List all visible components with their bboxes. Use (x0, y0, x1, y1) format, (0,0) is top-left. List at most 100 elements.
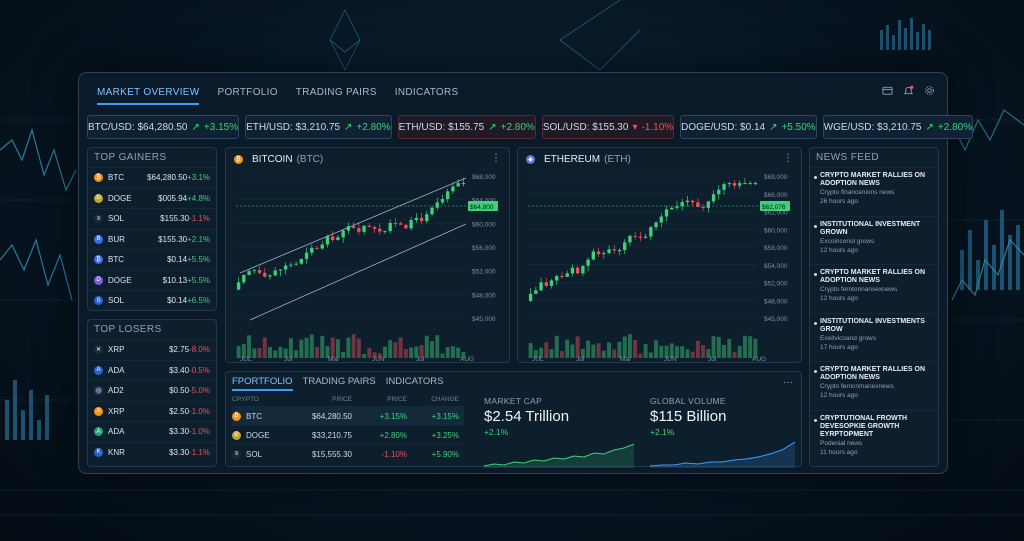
candle-body (528, 293, 533, 301)
volume-bar (753, 338, 758, 358)
news-source: Exeitvicoand grows (820, 334, 876, 342)
bell-icon[interactable] (903, 85, 914, 96)
candle-body (393, 222, 398, 224)
volume-bar (659, 345, 664, 358)
coin-icon: ₿ (232, 411, 241, 421)
mover-row[interactable]: D DOGE $10.13 +5.5% (88, 269, 216, 291)
mover-row[interactable]: ≡ SOL $155.30 -1.1% (88, 208, 216, 229)
candle-body (446, 191, 450, 200)
crypto-cell: Ð DOGE (232, 430, 292, 440)
tab-portfolio[interactable]: PORTFOLIO (217, 81, 277, 105)
candle-body (336, 237, 340, 241)
table-row[interactable]: ≡ SOL $15,555.30 -1.10% +5.90% (232, 444, 464, 463)
volume-bar (362, 353, 367, 358)
volume-bar (252, 348, 257, 358)
news-item[interactable]: INSTITUTIONAL INVESTMENTS GROW Exeitvicoa… (810, 312, 938, 362)
news-item[interactable]: CRYPTUTIONAL FROWTH DEVESOPKIE GROWTH EY… (810, 409, 938, 459)
volume-bar (575, 336, 580, 358)
table-row[interactable]: ₿ BTC $64,280.50 +3.15% +3.15% (232, 406, 464, 425)
btc-candlestick-chart[interactable]: $68,000$64,000$60,000$56,000$52,000$48,0… (226, 148, 511, 364)
candle-body (680, 202, 684, 207)
candle-body (602, 253, 606, 255)
candle-body (351, 226, 356, 229)
candle-body (304, 252, 309, 259)
volume-bar (273, 350, 278, 358)
volume-bar (533, 350, 538, 358)
candle-body (591, 251, 596, 260)
mover-row[interactable]: ₿ BTC $0.14 +5.5% (88, 249, 216, 270)
global-volume-value: $115 Billion (650, 408, 727, 425)
coin-symbol: DOGE (108, 193, 132, 203)
candle-body (325, 236, 330, 245)
news-item[interactable]: CRYPTO MARKET RALLIES ON ADOPTION NEWS Cr… (810, 361, 938, 410)
candle-body (575, 267, 580, 274)
volume-bar (367, 347, 372, 358)
coin-change: -5.0% (189, 386, 210, 396)
coin-change: +2.1% (187, 234, 210, 244)
volume-bar (737, 345, 742, 358)
candle-body (711, 194, 716, 202)
coin-change: -1.1% (189, 214, 210, 224)
coin-icon: X (94, 406, 103, 416)
mover-row[interactable]: ✕ XRP $2.75 -8.0% (88, 339, 216, 360)
ticker-sol-usd[interactable]: SOL/USD: $155.30 ▾ -1.10% (541, 115, 675, 139)
coin-icon: ◎ (94, 386, 103, 396)
tab-indicators[interactable]: INDICATORS (395, 81, 459, 105)
mover-row[interactable]: X XRP $2.50 -1.0% (88, 400, 216, 422)
mover-row[interactable]: A ADA $3.40 -0.5% (88, 359, 216, 381)
price-cell: $64,280.50 (311, 411, 352, 421)
ticker-change: -1.10% (641, 121, 674, 133)
volume-bar (586, 340, 591, 358)
crypto-cell: ₿ BTC (232, 411, 292, 421)
tab-portfolio-bottom[interactable]: FPORTFOLIO (232, 376, 293, 391)
mover-row[interactable]: B BUR $155.30 +2.1% (88, 228, 216, 250)
news-item[interactable]: CRYPTO MARKET RALLIES ON ADOPTION NEWS Cr… (810, 264, 938, 313)
tab-market-overview[interactable]: MARKET OVERVIEW (97, 81, 200, 105)
candle-body (268, 275, 272, 277)
coin-icon: K (94, 447, 103, 457)
candle-body (743, 183, 747, 185)
volume-bar (283, 348, 288, 358)
ticker-wge-usd[interactable]: WGE/USD: $3,210.75 ↗ +2.80% (822, 115, 974, 139)
wallet-icon[interactable] (882, 85, 893, 96)
volume-bar (377, 353, 382, 358)
volume-bar (591, 344, 596, 358)
coin-icon: ₿ (94, 255, 103, 265)
mover-row[interactable]: A ADA $3.30 -1.0% (88, 421, 216, 442)
tab-trading-pairs-bottom[interactable]: TRADING PAIRS (303, 376, 376, 391)
candle-body (617, 250, 622, 252)
coin-price: $155.30 (160, 214, 190, 224)
mover-row[interactable]: K KNR $3.30 -1.1% (88, 441, 216, 463)
table-row[interactable]: Ð DOGE $33,210.75 +2.80% +3.25% (232, 425, 464, 444)
mover-row[interactable]: ₿ BTC $64,280.50 +3.1% (88, 167, 216, 188)
news-time: 12 hours ago (820, 295, 858, 302)
ticker-doge-usd[interactable]: DOGE/USD: $0.14 ↗ +5.50% (680, 115, 817, 139)
tab-indicators-bottom[interactable]: INDICATORS (386, 376, 444, 391)
tab-trading-pairs[interactable]: TRADING PAIRS (296, 81, 377, 105)
candle-body (612, 249, 616, 251)
news-time: 12 hours ago (820, 392, 858, 399)
candle-body (257, 270, 262, 273)
volume-bar (674, 346, 679, 358)
volume-bar (601, 350, 606, 358)
ticker-eth-usd[interactable]: ETH/USD: $3,210.75 ↗ +2.80% (245, 115, 392, 139)
news-item[interactable]: INSTITUTIONAL INVESTMENT GROWN Excoincono… (810, 215, 938, 265)
volume-bar (382, 346, 387, 358)
coin-change: -0.5% (189, 365, 210, 375)
ticker-eth-usd-2[interactable]: ETH/USD: $155.75 ↗ +2.80% (397, 115, 536, 139)
gear-icon[interactable] (924, 85, 935, 96)
coin-change: +6.5% (187, 296, 210, 306)
volume-bar (742, 335, 747, 358)
ticker-btc-usd[interactable]: BTC/USD: $64,280.50 ↗ +3.15% (87, 115, 240, 139)
mover-row[interactable]: Ð DOGE $005.94 +4.8% (88, 187, 216, 209)
candle-body (664, 209, 669, 217)
coin-change: -8.0% (189, 345, 210, 355)
more-options-icon[interactable]: ··· (783, 377, 793, 388)
eth-candlestick-chart[interactable]: $69,000$66,000$62,000$60,000$58,000$54,0… (518, 148, 803, 364)
mover-row[interactable]: S SOL $0.14 +6.5% (88, 290, 216, 311)
news-item[interactable]: CRYPTO MARKET RALLIES ON ADOPTION NEWS Cr… (810, 167, 938, 216)
y-tick-label: $56,000 (472, 245, 496, 252)
mover-row[interactable]: ◎ AD2 $0.50 -5.0% (88, 380, 216, 401)
volume-bar (722, 344, 727, 358)
news-headline: CRYPTO MARKET RALLIES ON ADOPTION NEWS (820, 269, 926, 284)
